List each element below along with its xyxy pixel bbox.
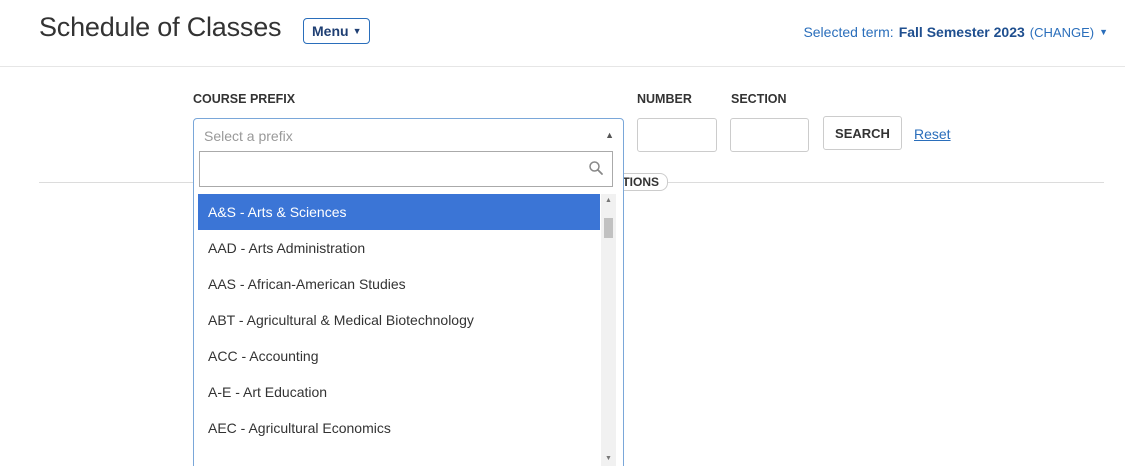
term-change-link[interactable]: (CHANGE): [1030, 25, 1094, 40]
term-selector[interactable]: Selected term: Fall Semester 2023 (CHANG…: [803, 24, 1108, 40]
number-input[interactable]: [637, 118, 717, 152]
caret-up-icon: ▲: [605, 130, 614, 140]
search-button[interactable]: SEARCH: [823, 116, 902, 150]
page-title: Schedule of Classes: [39, 12, 282, 42]
prefix-filter-input[interactable]: [199, 151, 613, 187]
term-value: Fall Semester 2023: [898, 24, 1025, 40]
course-prefix-select[interactable]: Select a prefix ▲: [193, 118, 624, 152]
prefix-option[interactable]: ACC - Accounting: [198, 338, 600, 374]
page-header: Schedule of Classes Menu ▼ Selected term…: [0, 0, 1125, 67]
course-prefix-label: COURSE PREFIX: [193, 92, 296, 106]
prefix-option-list: A&S - Arts & Sciences AAD - Arts Adminis…: [198, 194, 600, 466]
section-input[interactable]: [730, 118, 809, 152]
caret-down-icon: ▼: [352, 26, 362, 36]
menu-button[interactable]: Menu ▼: [303, 18, 371, 44]
scroll-down-icon[interactable]: ▼: [601, 452, 616, 466]
scrollbar-thumb[interactable]: [604, 218, 613, 238]
prefix-option[interactable]: A&S - Arts & Sciences: [198, 194, 600, 230]
number-label: NUMBER: [637, 92, 692, 106]
prefix-option[interactable]: AEC - Agricultural Economics: [198, 410, 600, 446]
dropdown-scrollbar[interactable]: ▲ ▼: [601, 194, 616, 466]
caret-down-icon: ▼: [1099, 27, 1108, 37]
term-prefix: Selected term:: [803, 24, 894, 40]
prefix-dropdown: A&S - Arts & Sciences AAD - Arts Adminis…: [193, 151, 624, 466]
section-label: SECTION: [731, 92, 787, 106]
course-prefix-placeholder: Select a prefix: [204, 128, 293, 144]
menu-button-label: Menu: [312, 23, 349, 39]
search-icon: [589, 161, 603, 175]
reset-link[interactable]: Reset: [914, 126, 951, 142]
prefix-option[interactable]: ABT - Agricultural & Medical Biotechnolo…: [198, 302, 600, 338]
prefix-option[interactable]: AAD - Arts Administration: [198, 230, 600, 266]
prefix-option[interactable]: AAS - African-American Studies: [198, 266, 600, 302]
prefix-option[interactable]: A-E - Art Education: [198, 374, 600, 410]
scroll-up-icon[interactable]: ▲: [601, 194, 616, 208]
